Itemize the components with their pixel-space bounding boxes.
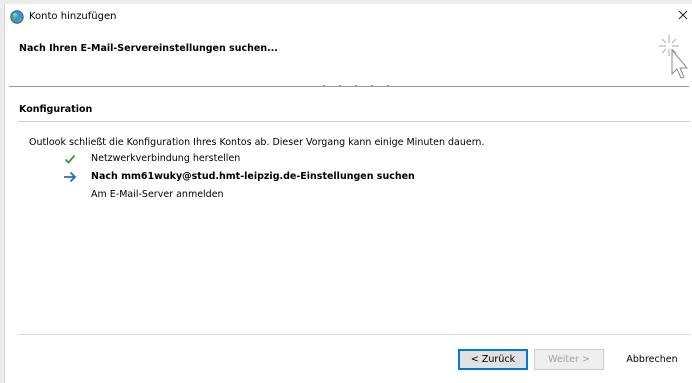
back-button[interactable]: < Zurück xyxy=(458,349,528,370)
step-label: Nach mm61wuky@stud.hmt-leipzig.de-Einste… xyxy=(91,171,415,182)
footer-divider xyxy=(18,334,690,335)
title-bar: Konto hinzufügen xyxy=(5,4,692,28)
checkmark-icon xyxy=(64,154,76,164)
section-divider xyxy=(18,121,690,122)
close-icon xyxy=(678,10,688,20)
arrow-right-icon xyxy=(64,171,77,183)
step-label: Netzwerkverbindung herstellen xyxy=(91,153,241,164)
status-description: Outlook schließt die Konfiguration Ihres… xyxy=(29,137,485,148)
close-button[interactable] xyxy=(673,5,692,25)
next-button[interactable]: Weiter > xyxy=(534,349,604,370)
progress-indicator xyxy=(323,85,389,89)
window-title: Konto hinzufügen xyxy=(29,11,117,22)
step-label: Am E-Mail-Server anmelden xyxy=(91,189,224,200)
searching-cursor-icon xyxy=(659,35,689,79)
section-title: Konfiguration xyxy=(19,104,93,115)
page-heading: Nach Ihren E-Mail-Servereinstellungen su… xyxy=(19,43,278,54)
cancel-button[interactable]: Abbrechen xyxy=(616,349,688,370)
outlook-globe-icon xyxy=(10,10,24,24)
add-account-dialog: Konto hinzufügen Nach Ihren E-Mail-Serve… xyxy=(4,4,692,383)
